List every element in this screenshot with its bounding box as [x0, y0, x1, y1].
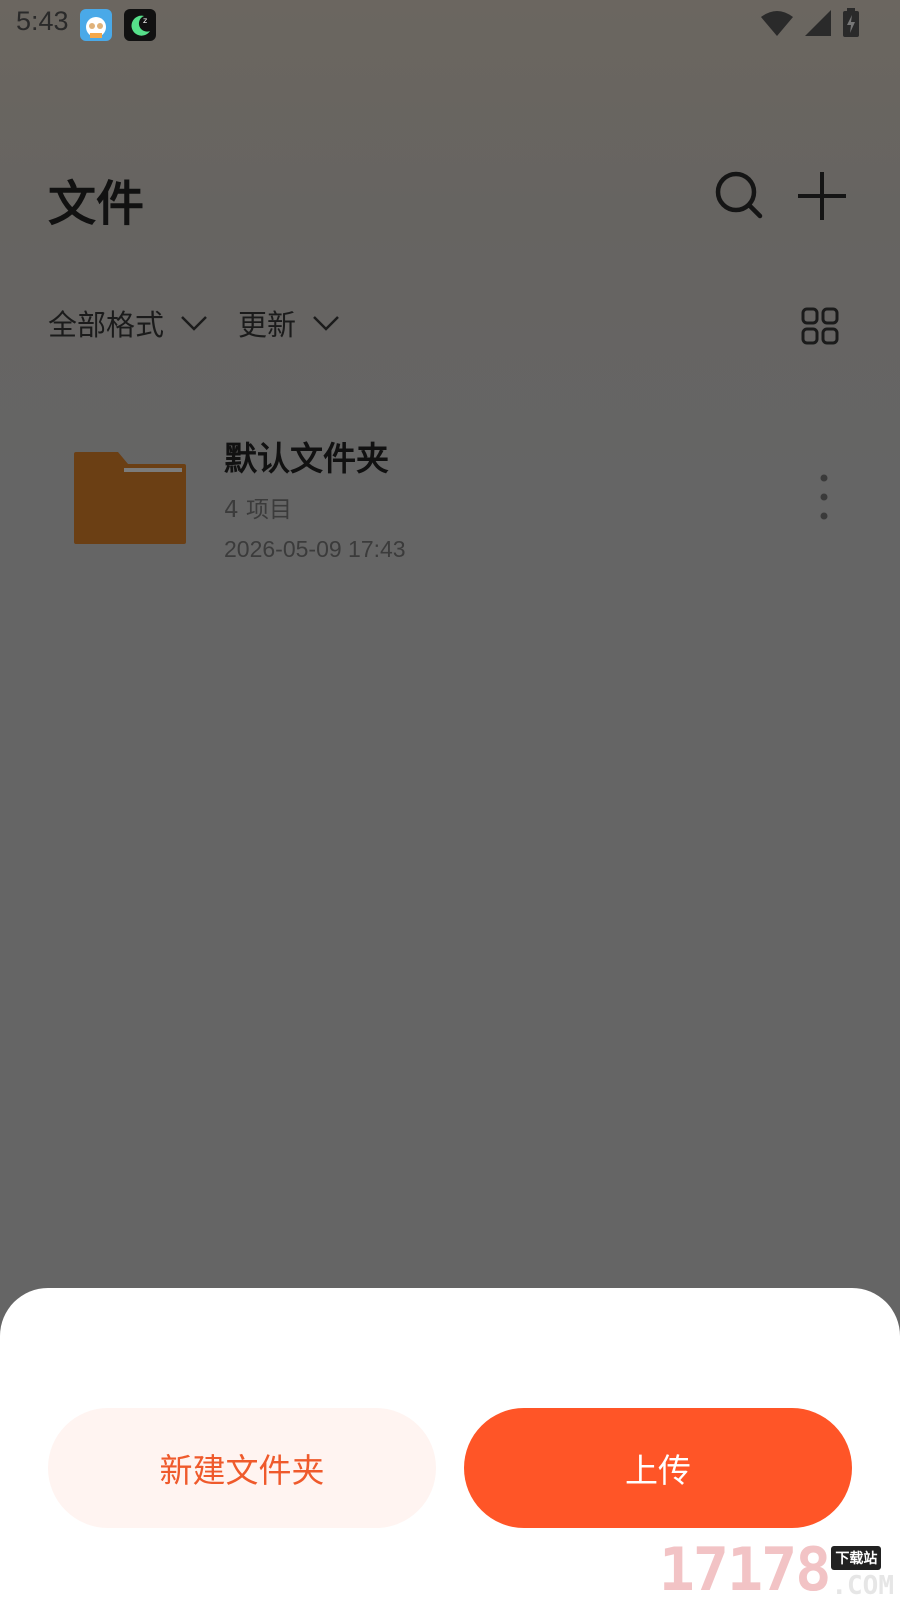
- sort-label: 更新: [238, 308, 297, 342]
- search-icon: [715, 171, 763, 219]
- folder-icon: [72, 450, 188, 546]
- folder-item-count: 4 项目: [224, 497, 292, 523]
- add-button[interactable]: [794, 168, 850, 224]
- svg-text:z: z: [143, 16, 147, 25]
- status-bar: 5:43 z: [0, 0, 900, 48]
- search-button[interactable]: [712, 168, 768, 224]
- format-filter-dropdown[interactable]: 全部格式: [48, 302, 208, 344]
- more-vertical-icon: [820, 474, 828, 520]
- moon-app-icon: z: [124, 9, 156, 41]
- wifi-icon: [760, 9, 794, 41]
- screen: 5:43 z 文件 全部格式 更新 默认文件夹 4 项目 2026-05-09 …: [0, 0, 900, 1600]
- new-folder-button[interactable]: 新建文件夹: [48, 1408, 436, 1528]
- upload-button[interactable]: 上传: [464, 1408, 852, 1528]
- page-title: 文件: [48, 176, 145, 232]
- watermark-suffix-group: 下载站 .COM: [831, 1546, 894, 1600]
- folder-date: 2026-05-09 17:43: [224, 536, 406, 562]
- sort-dropdown[interactable]: 更新: [238, 302, 340, 344]
- cell-signal-icon: [804, 9, 832, 41]
- grid-view-icon: [801, 307, 839, 345]
- watermark-suffix: .COM: [831, 1571, 894, 1600]
- chevron-down-icon: [313, 316, 339, 331]
- watermark-number: 17178: [658, 1535, 832, 1600]
- watermark-tag: 下载站: [831, 1546, 882, 1570]
- app-avatar-icon: [80, 9, 112, 41]
- chevron-down-icon: [181, 316, 207, 331]
- battery-icon: [842, 8, 860, 42]
- status-time: 5:43: [16, 6, 69, 36]
- format-filter-label: 全部格式: [48, 308, 165, 342]
- view-toggle-button[interactable]: [800, 306, 840, 346]
- status-right: [760, 8, 860, 42]
- plus-icon: [798, 172, 846, 220]
- folder-name: 默认文件夹: [224, 439, 389, 478]
- more-options-button[interactable]: [806, 472, 842, 522]
- folder-list-item[interactable]: 默认文件夹 4 项目 2026-05-09 17:43: [0, 418, 900, 578]
- site-watermark: 17178 下载站 .COM: [659, 1538, 894, 1600]
